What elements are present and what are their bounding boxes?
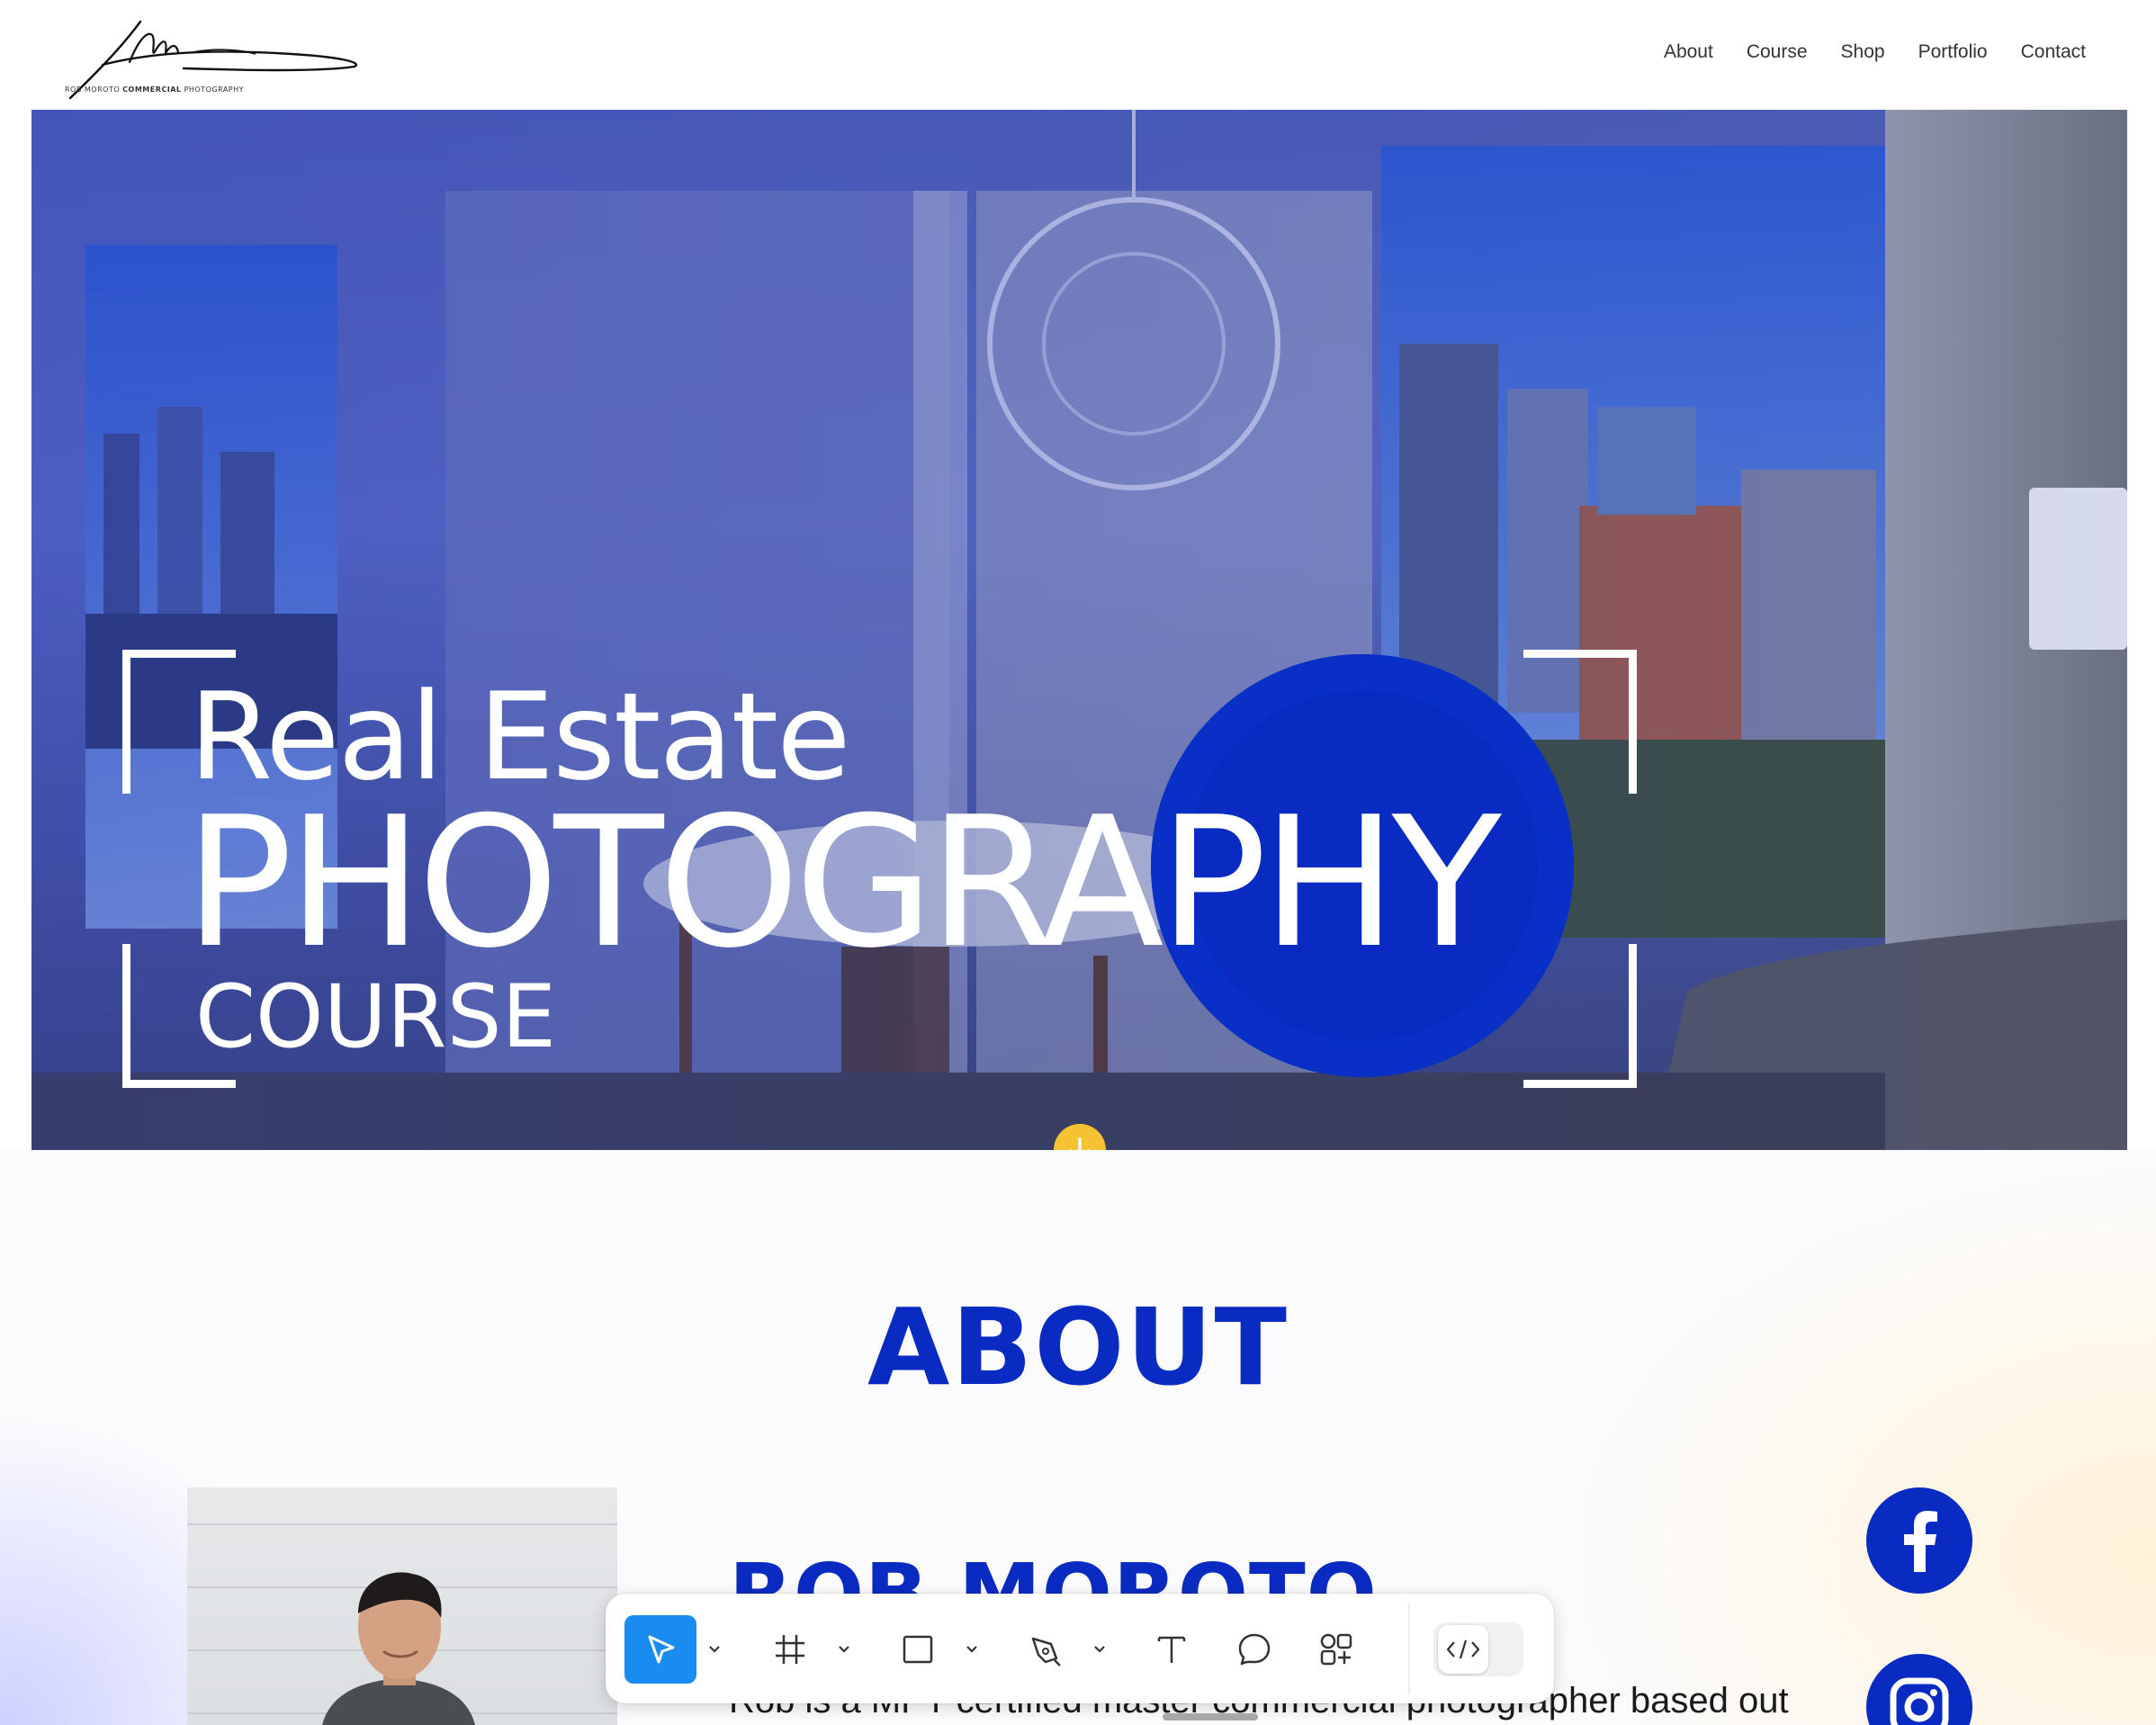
logo-caption-bold: COMMERCIAL: [122, 85, 182, 94]
chevron-down-icon[interactable]: [962, 1615, 982, 1684]
code-icon[interactable]: [1438, 1625, 1488, 1674]
comment-icon[interactable]: [1223, 1615, 1286, 1684]
frame-corner-top-right: [1523, 650, 1637, 794]
about-heading: ABOUT: [867, 1285, 1289, 1409]
frame-icon[interactable]: [759, 1615, 822, 1684]
hero-banner: Real Estate PHOTOGRAPHY COURSE: [31, 110, 2127, 1150]
nav-contact[interactable]: Contact: [2021, 41, 2086, 63]
site-header: ROB MOROTO COMMERCIAL PHOTOGRAPHY About …: [0, 0, 2156, 110]
main-nav: About Course Shop Portfolio Contact: [1630, 41, 2086, 63]
rectangle-icon[interactable]: [886, 1615, 949, 1684]
pointer-icon[interactable]: [624, 1615, 696, 1684]
person-silhouette: [322, 1572, 475, 1725]
chevron-down-icon[interactable]: [1090, 1615, 1109, 1684]
logo-caption: ROB MOROTO COMMERCIAL PHOTOGRAPHY: [65, 85, 362, 94]
toolbar-divider: [1408, 1603, 1410, 1694]
logo-caption-pre: ROB MOROTO: [65, 85, 123, 94]
pen-icon[interactable]: [1014, 1615, 1077, 1684]
chevron-down-icon[interactable]: [705, 1615, 724, 1684]
design-toolbar: [606, 1594, 1554, 1703]
hero-title-line3: COURSE: [195, 966, 557, 1067]
hero-title-line2: PHOTOGRAPHY: [184, 778, 1502, 988]
chevron-down-icon[interactable]: [834, 1615, 854, 1684]
facebook-icon[interactable]: [1866, 1487, 1972, 1594]
frame-corner-bottom-right: [1523, 944, 1637, 1088]
nav-course[interactable]: Course: [1747, 41, 1808, 63]
nav-shop[interactable]: Shop: [1841, 41, 1885, 63]
home-indicator: [1163, 1713, 1258, 1721]
components-icon[interactable]: [1302, 1615, 1370, 1684]
portrait-photo: [187, 1487, 617, 1725]
text-icon[interactable]: [1140, 1615, 1203, 1684]
nav-portfolio[interactable]: Portfolio: [1918, 41, 1988, 63]
nav-about[interactable]: About: [1664, 41, 1713, 63]
logo-caption-post: PHOTOGRAPHY: [181, 85, 245, 94]
instagram-icon[interactable]: [1866, 1654, 1972, 1725]
